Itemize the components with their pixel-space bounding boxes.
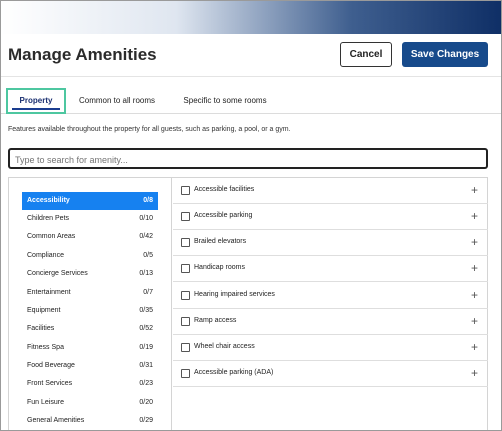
tab-bar: Property Common to all rooms Specific to… xyxy=(1,88,501,114)
cancel-button[interactable]: Cancel xyxy=(340,42,392,67)
category-label: Concierge Services xyxy=(27,270,88,277)
tab-common-to-all-rooms[interactable]: Common to all rooms xyxy=(71,88,163,114)
amenity-row[interactable]: Handicap rooms + xyxy=(173,256,488,282)
category-label: Common Areas xyxy=(27,233,76,240)
tab-description: Features available throughout the proper… xyxy=(8,126,291,133)
category-count: 0/8 xyxy=(143,197,153,204)
checkbox-icon[interactable] xyxy=(181,291,190,300)
amenity-label: Hearing impaired services xyxy=(194,291,275,298)
category-count: 0/29 xyxy=(139,417,153,424)
category-item[interactable]: Fun Leisure 0/20 xyxy=(22,394,158,412)
checkbox-icon[interactable] xyxy=(181,212,190,221)
category-sidebar: Accessibility 0/8 Children Pets 0/10 Com… xyxy=(9,178,172,430)
category-label: Entertainment xyxy=(27,289,71,296)
category-count: 0/35 xyxy=(139,307,153,314)
amenity-label: Accessible facilities xyxy=(194,186,255,193)
checkbox-icon[interactable] xyxy=(181,264,190,273)
plus-icon[interactable]: + xyxy=(471,314,478,328)
category-count: 0/23 xyxy=(139,380,153,387)
checkbox-icon[interactable] xyxy=(181,317,190,326)
category-item[interactable]: Children Pets 0/10 xyxy=(22,210,158,228)
tab-property[interactable]: Property xyxy=(6,88,66,114)
category-count: 0/5 xyxy=(143,252,153,259)
amenity-row[interactable]: Brailed elevators + xyxy=(173,230,488,256)
category-item[interactable]: Entertainment 0/7 xyxy=(22,284,158,302)
category-count: 0/10 xyxy=(139,215,153,222)
save-changes-button[interactable]: Save Changes xyxy=(402,42,488,67)
category-label: Children Pets xyxy=(27,215,70,222)
amenity-row[interactable]: Ramp access + xyxy=(173,309,488,335)
category-label: Food Beverage xyxy=(27,362,75,369)
category-item[interactable]: Equipment 0/35 xyxy=(22,302,158,320)
checkbox-icon[interactable] xyxy=(181,238,190,247)
checkbox-icon[interactable] xyxy=(181,186,190,195)
amenity-label: Wheel chair access xyxy=(194,343,255,350)
category-label: Accessibility xyxy=(27,197,70,204)
amenity-row[interactable]: Accessible parking (ADA) + xyxy=(173,361,488,387)
category-label: Front Services xyxy=(27,380,73,387)
amenity-row[interactable]: Accessible facilities + xyxy=(173,178,488,204)
amenity-label: Handicap rooms xyxy=(194,264,245,271)
category-count: 0/31 xyxy=(139,362,153,369)
top-banner xyxy=(1,1,501,34)
amenities-panel: Accessibility 0/8 Children Pets 0/10 Com… xyxy=(8,177,488,430)
category-label: Fitness Spa xyxy=(27,344,64,351)
amenity-label: Accessible parking (ADA) xyxy=(194,369,274,376)
amenity-row[interactable]: Accessible parking + xyxy=(173,204,488,230)
category-label: General Amenities xyxy=(27,417,85,424)
amenity-row[interactable]: Wheel chair access + xyxy=(173,335,488,361)
header: Manage Amenities Cancel Save Changes xyxy=(1,34,501,77)
search-box xyxy=(8,148,488,169)
plus-icon[interactable]: + xyxy=(471,235,478,249)
category-label: Compliance xyxy=(27,252,64,259)
tab-specific-to-some-rooms[interactable]: Specific to some rooms xyxy=(171,88,279,114)
plus-icon[interactable]: + xyxy=(471,261,478,275)
category-item[interactable]: Compliance 0/5 xyxy=(22,247,158,265)
category-count: 0/52 xyxy=(139,325,153,332)
amenity-label: Accessible parking xyxy=(194,212,253,219)
category-label: Facilities xyxy=(27,325,55,332)
category-item[interactable]: Concierge Services 0/13 xyxy=(22,265,158,283)
plus-icon[interactable]: + xyxy=(471,183,478,197)
plus-icon[interactable]: + xyxy=(471,209,478,223)
search-input[interactable] xyxy=(10,151,486,169)
category-item[interactable]: Accessibility 0/8 xyxy=(22,192,158,210)
category-item[interactable]: General Amenities 0/29 xyxy=(22,412,158,430)
category-item[interactable]: Common Areas 0/42 xyxy=(22,228,158,246)
category-label: Equipment xyxy=(27,307,61,314)
plus-icon[interactable]: + xyxy=(471,366,478,380)
amenity-label: Ramp access xyxy=(194,317,237,324)
category-count: 0/19 xyxy=(139,344,153,351)
plus-icon[interactable]: + xyxy=(471,340,478,354)
category-count: 0/13 xyxy=(139,270,153,277)
page-title: Manage Amenities xyxy=(8,45,157,64)
category-count: 0/7 xyxy=(143,289,153,296)
category-count: 0/42 xyxy=(139,233,153,240)
category-item[interactable]: Front Services 0/23 xyxy=(22,375,158,393)
amenity-row[interactable]: Hearing impaired services + xyxy=(173,283,488,309)
category-item[interactable]: Food Beverage 0/31 xyxy=(22,357,158,375)
category-item[interactable]: Facilities 0/52 xyxy=(22,320,158,338)
manage-amenities-window: Manage Amenities Cancel Save Changes Pro… xyxy=(0,0,502,431)
category-count: 0/20 xyxy=(139,399,153,406)
category-item[interactable]: Fitness Spa 0/19 xyxy=(22,339,158,357)
checkbox-icon[interactable] xyxy=(181,343,190,352)
category-label: Fun Leisure xyxy=(27,399,64,406)
amenity-list: Accessible facilities + Accessible parki… xyxy=(173,178,488,430)
amenity-label: Brailed elevators xyxy=(194,238,247,245)
checkbox-icon[interactable] xyxy=(181,369,190,378)
plus-icon[interactable]: + xyxy=(471,288,478,302)
